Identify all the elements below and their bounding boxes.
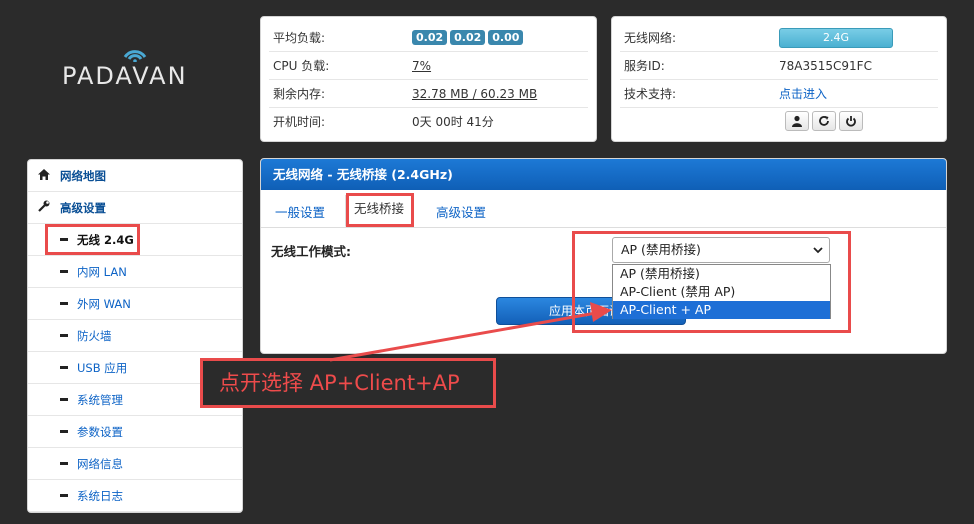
support-link[interactable]: 点击进入 <box>779 85 938 102</box>
dash-icon <box>60 462 68 465</box>
sidebar: 网络地图 高级设置 无线 2.4G 内网 LAN 外网 WAN 防火墙 USB … <box>27 159 243 513</box>
mem-row: 剩余内存: 32.78 MB / 60.23 MB <box>269 80 588 108</box>
load-label: 平均负载: <box>273 31 326 45</box>
load-15min: 0.00 <box>488 30 524 45</box>
power-button[interactable] <box>839 111 863 131</box>
network-panel: 无线网络: 2.4G 服务ID: 78A3515C91FC 技术支持: 点击进入 <box>611 16 947 142</box>
sidebar-item-network-info[interactable]: 网络信息 <box>28 448 242 480</box>
wrench-icon <box>38 200 54 215</box>
dash-icon <box>60 494 68 497</box>
highlight-wireless-24g <box>45 224 140 255</box>
sidebar-item-parameters[interactable]: 参数设置 <box>28 416 242 448</box>
system-buttons <box>785 111 863 131</box>
mem-value[interactable]: 32.78 MB / 60.23 MB <box>412 87 588 101</box>
tab-advanced[interactable]: 高级设置 <box>436 202 486 221</box>
mode-label: 无线工作模式: <box>271 244 351 259</box>
panel-title: 无线网络 - 无线桥接 (2.4GHz) <box>261 159 946 190</box>
sidebar-item-label: 防火墙 <box>77 328 112 343</box>
dash-icon <box>60 366 68 369</box>
cpu-value[interactable]: 7% <box>412 59 588 73</box>
uptime-row: 开机时间: 0天 00时 41分 <box>269 108 588 135</box>
load-5min: 0.02 <box>450 30 486 45</box>
dash-icon <box>60 270 68 273</box>
sidebar-item-label: 系统管理 <box>77 392 123 407</box>
highlight-tab <box>346 193 414 227</box>
sidebar-item-lan[interactable]: 内网 LAN <box>28 256 242 288</box>
sidebar-item-label: USB 应用 <box>77 360 128 375</box>
user-button[interactable] <box>785 111 809 131</box>
sidebar-item-label: 网络地图 <box>60 168 106 183</box>
dash-icon <box>60 430 68 433</box>
tab-general[interactable]: 一般设置 <box>275 202 325 221</box>
sidebar-item-label: 外网 WAN <box>77 296 131 311</box>
user-icon <box>792 115 802 127</box>
support-row: 技术支持: 点击进入 <box>620 80 938 108</box>
wireless-label: 无线网络: <box>624 31 677 45</box>
service-id-row: 服务ID: 78A3515C91FC <box>620 52 938 80</box>
refresh-icon <box>819 116 829 126</box>
sidebar-item-label: 网络信息 <box>77 456 123 471</box>
uptime-label: 开机时间: <box>273 115 326 129</box>
refresh-button[interactable] <box>812 111 836 131</box>
sidebar-item-firewall[interactable]: 防火墙 <box>28 320 242 352</box>
sidebar-item-label: 系统日志 <box>77 488 123 503</box>
load-1min: 0.02 <box>412 30 448 45</box>
sidebar-item-network-map[interactable]: 网络地图 <box>28 160 242 192</box>
service-id-label: 服务ID: <box>624 59 665 73</box>
dash-icon <box>60 334 68 337</box>
logo: PADAVAN <box>62 44 212 104</box>
load-row: 平均负载: 0.02 0.02 0.00 <box>269 24 588 52</box>
uptime-value: 0天 00时 41分 <box>412 115 494 129</box>
sidebar-item-label: 高级设置 <box>60 200 106 215</box>
logo-text: PADAVAN <box>62 62 188 90</box>
dash-icon <box>60 302 68 305</box>
power-icon <box>846 116 856 127</box>
highlight-select <box>572 231 851 333</box>
service-id-value: 78A3515C91FC <box>779 58 872 73</box>
sidebar-item-label: 内网 LAN <box>77 264 127 279</box>
wifi-logo-icon <box>123 50 147 62</box>
sidebar-item-wan[interactable]: 外网 WAN <box>28 288 242 320</box>
wireless-row: 无线网络: 2.4G <box>620 24 938 52</box>
wireless-band-button[interactable]: 2.4G <box>779 27 893 48</box>
sidebar-item-system-log[interactable]: 系统日志 <box>28 480 242 512</box>
cpu-row: CPU 负载: 7% <box>269 52 588 80</box>
sidebar-item-advanced-settings[interactable]: 高级设置 <box>28 192 242 224</box>
home-icon <box>38 168 54 183</box>
dash-icon <box>60 398 68 401</box>
status-panel: 平均负载: 0.02 0.02 0.00 CPU 负载: 7% 剩余内存: 32.7… <box>260 16 597 142</box>
support-label: 技术支持: <box>624 87 677 101</box>
sidebar-item-label: 参数设置 <box>77 424 123 439</box>
cpu-label: CPU 负载: <box>273 59 330 73</box>
mem-label: 剩余内存: <box>273 87 326 101</box>
annotation-callout: 点开选择 AP+Client+AP <box>200 358 496 408</box>
